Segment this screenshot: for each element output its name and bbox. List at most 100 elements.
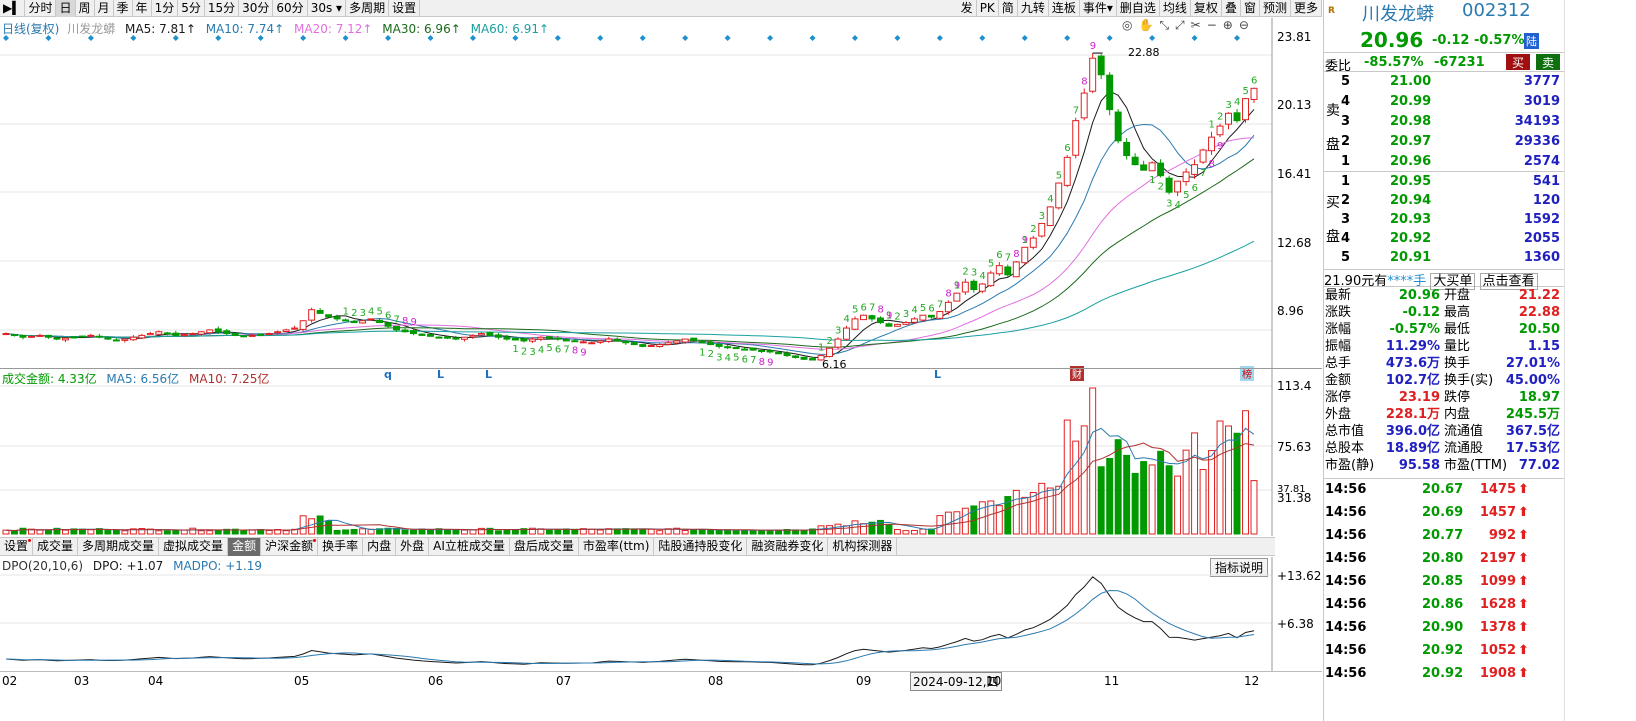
ask-row[interactable]: 4 20.99 3019 xyxy=(1324,94,1564,114)
candle[interactable] xyxy=(1233,112,1241,122)
candle[interactable] xyxy=(562,339,570,342)
amount-bar[interactable] xyxy=(919,528,927,535)
candle[interactable] xyxy=(359,320,367,324)
dpo-chart[interactable]: DPO(20,10,6) DPO: +1.07 MADPO: +1.19 指标说… xyxy=(0,557,1322,671)
candle[interactable] xyxy=(460,336,468,340)
bid-row[interactable]: 3 20.93 1592 xyxy=(1324,212,1564,232)
candle[interactable] xyxy=(61,337,69,341)
amount-bar[interactable] xyxy=(452,529,460,535)
candle[interactable] xyxy=(172,332,180,336)
candle[interactable] xyxy=(919,314,927,321)
candle[interactable] xyxy=(758,349,766,352)
amount-bar[interactable] xyxy=(87,529,95,535)
candle[interactable] xyxy=(231,332,239,336)
amount-bar[interactable] xyxy=(1140,461,1148,535)
candle[interactable] xyxy=(588,342,596,345)
amount-bar[interactable] xyxy=(316,515,324,535)
candle[interactable] xyxy=(1123,141,1131,157)
diamond-marker[interactable] xyxy=(130,35,137,41)
candle[interactable] xyxy=(452,337,460,340)
amount-bar[interactable] xyxy=(1055,485,1063,535)
amount-bar[interactable] xyxy=(427,529,434,535)
candle[interactable] xyxy=(910,318,918,323)
candle[interactable] xyxy=(622,340,630,344)
amount-bar[interactable] xyxy=(443,529,451,535)
candle[interactable] xyxy=(95,335,103,338)
candle[interactable] xyxy=(1038,222,1046,237)
amount-bar[interactable] xyxy=(1114,439,1122,535)
candle[interactable] xyxy=(579,341,587,344)
candle[interactable] xyxy=(885,323,893,327)
candle[interactable] xyxy=(766,350,774,353)
diamond-marker[interactable] xyxy=(767,35,774,41)
amount-bar[interactable] xyxy=(1216,420,1224,535)
candle[interactable] xyxy=(44,334,52,338)
btn-ma[interactable]: 均线 xyxy=(1160,0,1191,17)
candle[interactable] xyxy=(554,337,562,340)
candle[interactable] xyxy=(1157,162,1165,177)
diamond-marker[interactable] xyxy=(554,35,561,41)
amount-bar[interactable] xyxy=(885,524,893,535)
candle[interactable] xyxy=(1063,156,1071,186)
candle[interactable] xyxy=(792,355,800,358)
amount-bar[interactable] xyxy=(826,525,833,535)
candle[interactable] xyxy=(70,336,78,339)
amount-bar[interactable] xyxy=(995,505,1003,535)
tab-30min[interactable]: 30分 xyxy=(239,0,274,17)
candle[interactable] xyxy=(987,272,995,287)
amount-bar[interactable] xyxy=(1072,440,1080,535)
candle[interactable] xyxy=(528,338,536,342)
candle[interactable] xyxy=(664,342,672,345)
candle[interactable] xyxy=(129,336,137,341)
amount-bar[interactable] xyxy=(214,529,222,535)
amount-bar[interactable] xyxy=(410,529,417,535)
amount-bar[interactable] xyxy=(1208,450,1216,535)
amount-bar[interactable] xyxy=(859,523,867,535)
sell-button[interactable]: 卖 xyxy=(1536,54,1560,70)
amount-bar[interactable] xyxy=(758,529,766,535)
amount-bar[interactable] xyxy=(1106,458,1114,535)
candle[interactable] xyxy=(112,339,120,342)
tab-amount[interactable]: 金额 xyxy=(228,538,262,556)
candle[interactable] xyxy=(240,335,248,338)
amount-bar[interactable] xyxy=(596,529,604,535)
btn-forecast[interactable]: 预测 xyxy=(1260,0,1291,17)
amount-bar[interactable] xyxy=(401,529,409,535)
candle[interactable] xyxy=(274,331,282,334)
tab-5min[interactable]: 5分 xyxy=(178,0,205,17)
tab-multi-period[interactable]: 多周期 xyxy=(346,0,390,17)
amount-bar[interactable] xyxy=(11,530,18,535)
amount-bar[interactable] xyxy=(724,529,732,535)
candle[interactable] xyxy=(469,334,477,338)
candle[interactable] xyxy=(265,333,273,336)
diamond-marker[interactable] xyxy=(45,35,52,41)
ask-row[interactable]: 1 20.96 2574 xyxy=(1324,154,1564,174)
candle[interactable] xyxy=(596,340,604,343)
candle[interactable] xyxy=(257,333,265,336)
tab-pe-ttm[interactable]: 市盈率(ttm) xyxy=(579,538,655,556)
tab-settings[interactable]: 设置 xyxy=(389,0,421,17)
candle[interactable] xyxy=(843,327,850,340)
tab-yearly[interactable]: 年 xyxy=(133,0,152,17)
buy-button[interactable]: 买 xyxy=(1506,54,1530,70)
diamond-marker[interactable] xyxy=(1191,35,1198,41)
kline-chart[interactable]: 日线(复权) 川发龙蟒 MA5: 7.81↑ MA10: 7.74↑ MA20:… xyxy=(0,18,1322,381)
diamond-marker[interactable] xyxy=(1021,35,1028,41)
tab-turnover[interactable]: 换手率 xyxy=(318,538,364,556)
btn-overlay[interactable]: 叠 xyxy=(1222,0,1241,17)
amount-bar[interactable] xyxy=(647,528,655,535)
candle[interactable] xyxy=(978,283,986,292)
bid-row[interactable]: 2 20.94 120 xyxy=(1324,193,1564,213)
tab-monthly[interactable]: 月 xyxy=(95,0,114,17)
candle[interactable] xyxy=(78,335,86,338)
btn-publish[interactable]: 发 xyxy=(958,0,977,17)
candle[interactable] xyxy=(1165,177,1173,193)
amount-chart[interactable]: 成交金额: 4.33亿 MA5: 6.56亿 MA10: 7.25亿 113.4… xyxy=(0,368,1322,536)
tab-margin[interactable]: 融资融券变化 xyxy=(747,538,829,556)
amount-bar[interactable] xyxy=(112,529,120,535)
candle[interactable] xyxy=(741,348,749,351)
amount-bar[interactable] xyxy=(749,529,757,535)
candle[interactable] xyxy=(1114,111,1122,142)
candle[interactable] xyxy=(851,318,859,330)
amount-bar[interactable] xyxy=(893,529,901,535)
